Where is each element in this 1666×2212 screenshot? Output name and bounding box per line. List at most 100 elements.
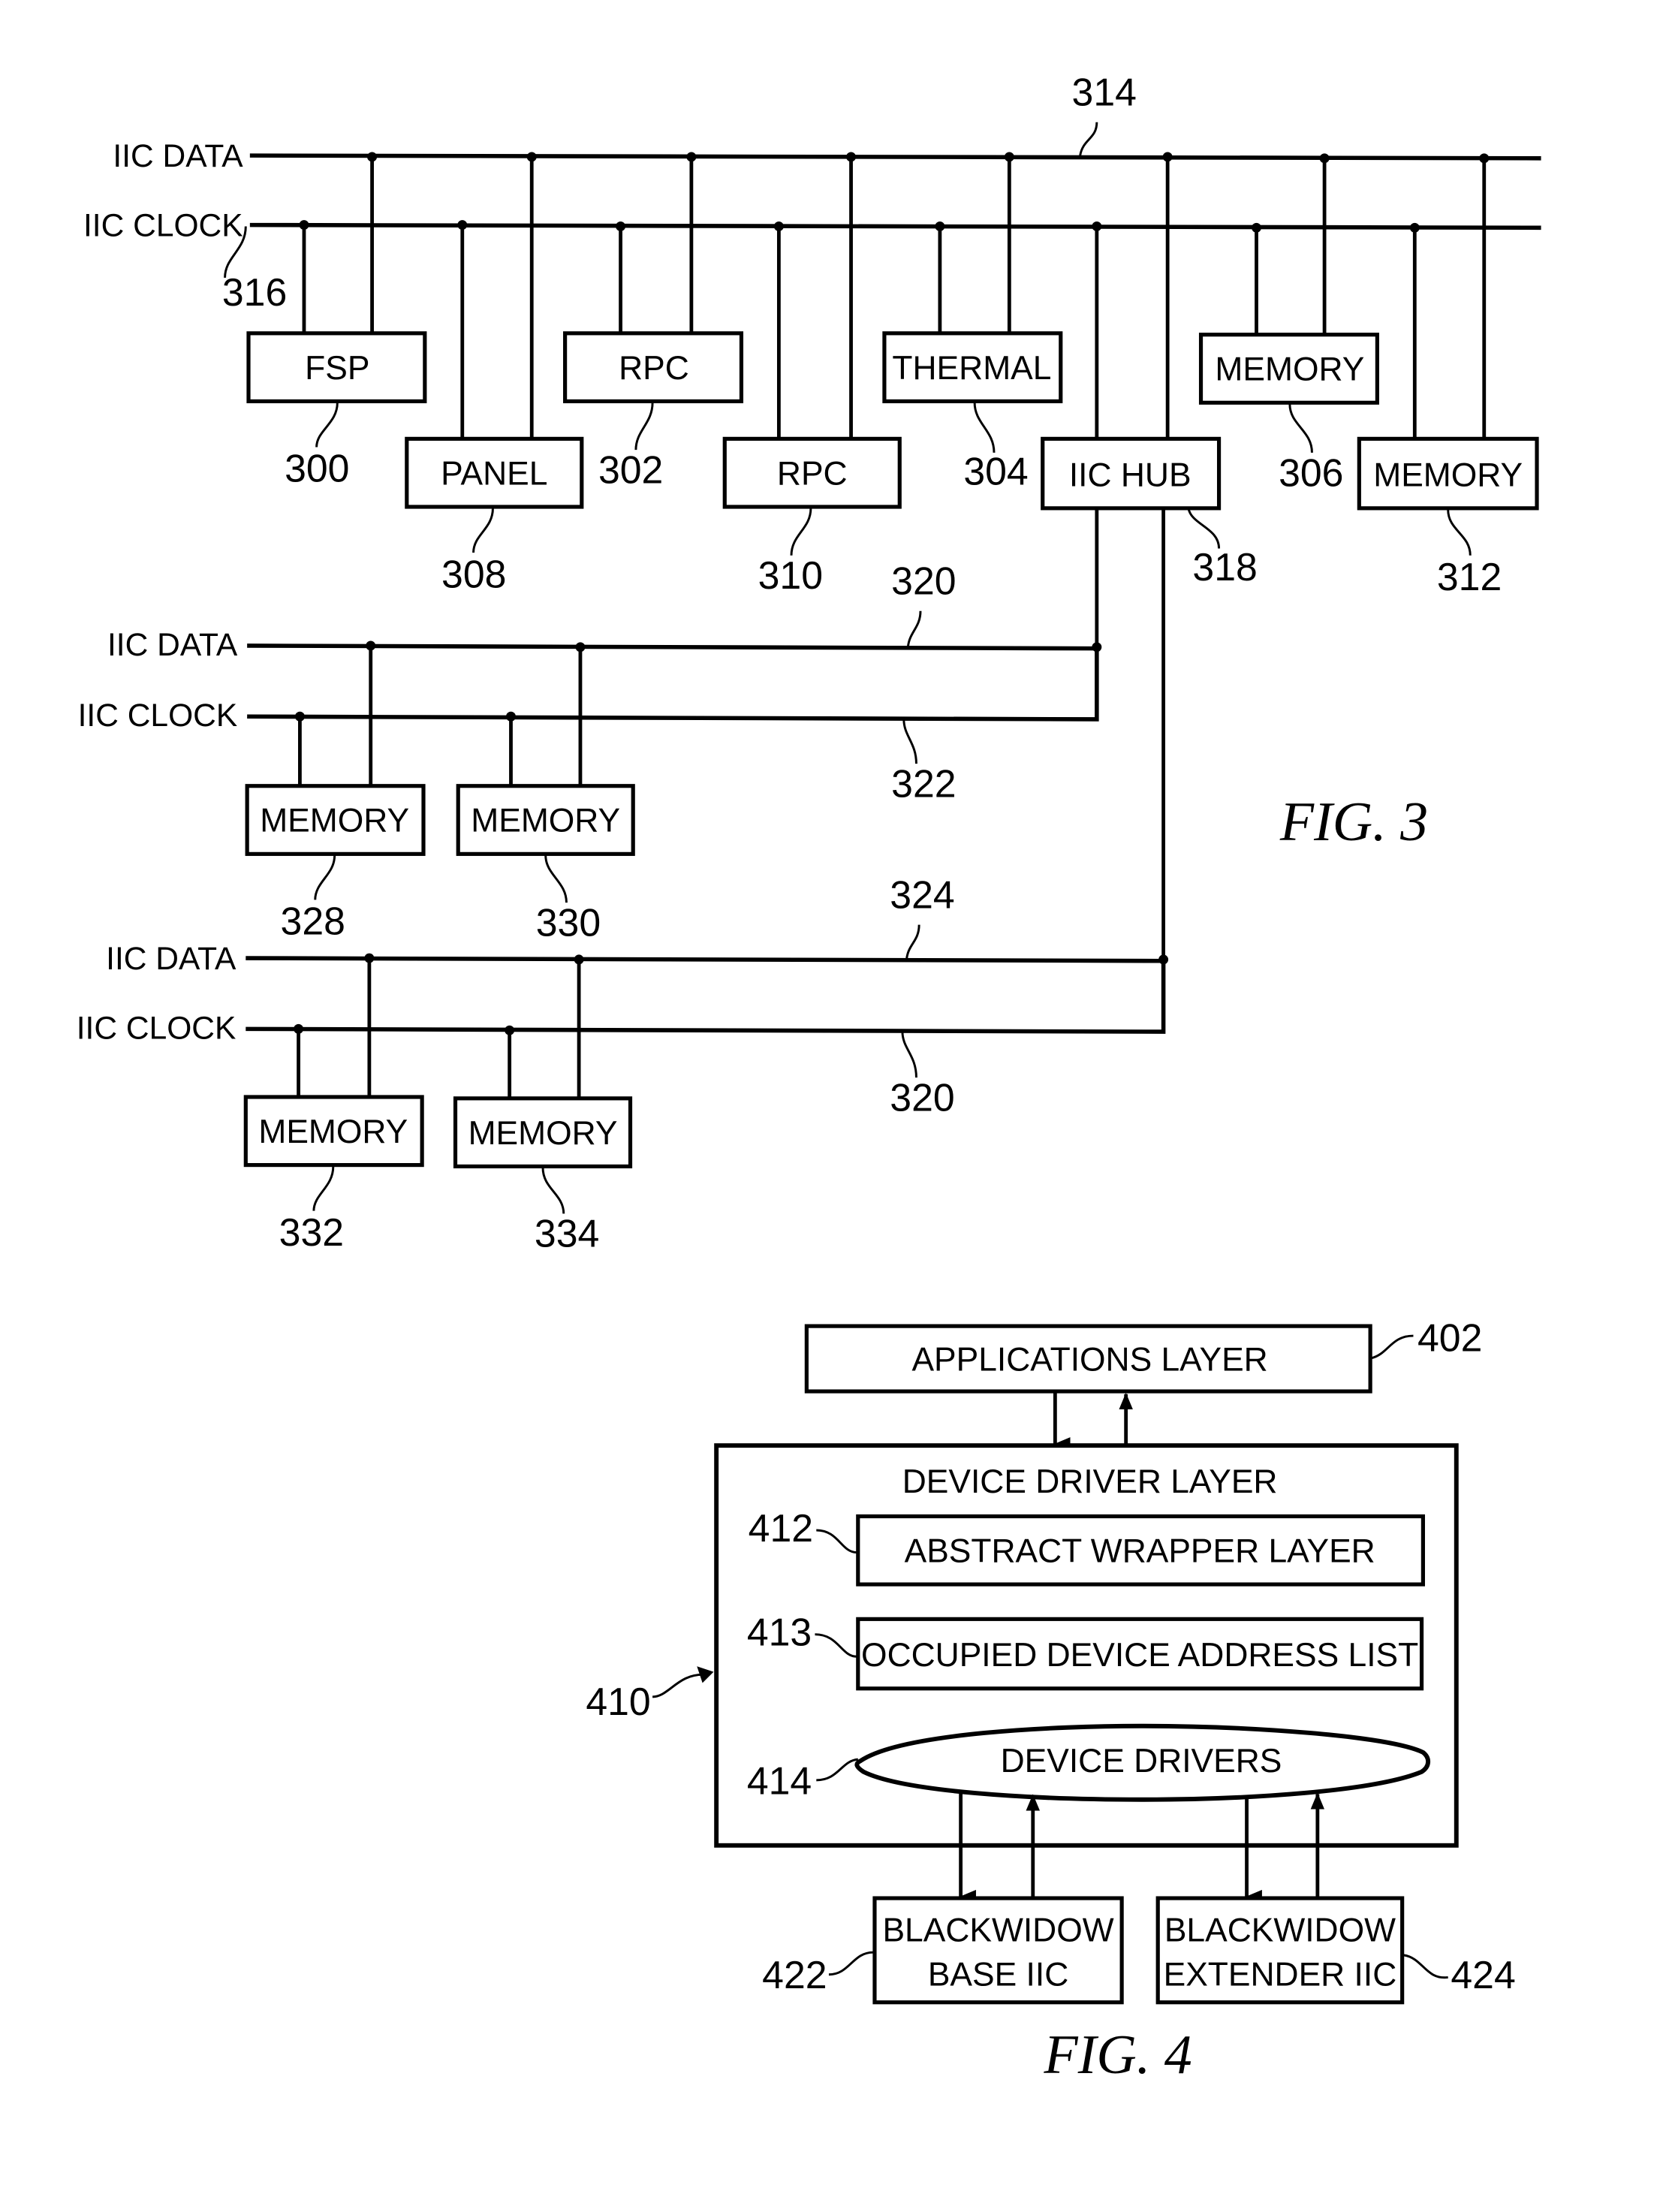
device-label: MEMORY bbox=[468, 1115, 618, 1152]
occupied-device-address-list-label: OCCUPIED DEVICE ADDRESS LIST bbox=[861, 1637, 1418, 1674]
device-memory-332: MEMORY bbox=[243, 1095, 424, 1168]
main-data-bus bbox=[249, 153, 1541, 161]
device-panel: PANEL bbox=[405, 436, 584, 509]
sub1-taps bbox=[294, 640, 586, 786]
abstract-wrapper-layer-box: ABSTRACT WRAPPER LAYER bbox=[856, 1514, 1425, 1587]
main-clock-bus-label: IIC CLOCK bbox=[83, 207, 243, 243]
base-iic-line1: BLACKWIDOW bbox=[882, 1912, 1113, 1948]
device-label: PANEL bbox=[441, 455, 547, 492]
occupied-device-address-list-box: OCCUPIED DEVICE ADDRESS LIST bbox=[856, 1617, 1424, 1691]
ref-422: 422 bbox=[762, 1953, 827, 1997]
ref-304: 304 bbox=[963, 449, 1028, 493]
device-label: THERMAL bbox=[892, 350, 1051, 387]
fig3: IIC DATA IIC CLOCK 314 316 FSP 300 RPC 3… bbox=[77, 71, 1541, 1255]
blackwidow-extender-iic-box: BLACKWIDOW EXTENDER IIC bbox=[1155, 1896, 1405, 2005]
base-iic-line2: BASE IIC bbox=[928, 1957, 1068, 1994]
device-thermal: THERMAL bbox=[882, 331, 1063, 404]
main-clock-bus bbox=[249, 222, 1541, 231]
leader-312 bbox=[1447, 509, 1472, 556]
leader-422 bbox=[828, 1951, 874, 1976]
sub2-data-bus-label: IIC DATA bbox=[106, 941, 236, 977]
sub1-clock-bus bbox=[247, 646, 1099, 722]
device-memory-306: MEMORY bbox=[1198, 333, 1379, 405]
ref-302: 302 bbox=[598, 448, 663, 492]
ref-320-b: 320 bbox=[890, 1075, 954, 1119]
ref-334: 334 bbox=[535, 1212, 599, 1255]
abstract-wrapper-layer-label: ABSTRACT WRAPPER LAYER bbox=[905, 1533, 1375, 1570]
fig4: APPLICATIONS LAYER 402 DEVICE DRIVER LAY… bbox=[586, 1315, 1515, 2086]
applications-layer-box: APPLICATIONS LAYER bbox=[804, 1324, 1372, 1394]
ref-330: 330 bbox=[536, 900, 601, 944]
blackwidow-base-iic-box: BLACKWIDOW BASE IIC bbox=[872, 1896, 1124, 2005]
ref-306: 306 bbox=[1279, 451, 1343, 494]
leader-304 bbox=[973, 402, 996, 453]
ref-322: 322 bbox=[891, 762, 956, 806]
leader-402 bbox=[1371, 1334, 1414, 1360]
leader-318 bbox=[1187, 508, 1221, 549]
leader-322 bbox=[902, 719, 917, 764]
device-label: MEMORY bbox=[1215, 351, 1364, 388]
ref-320-a: 320 bbox=[891, 559, 956, 603]
sub2-data-bus bbox=[246, 956, 1164, 963]
extender-iic-line2: EXTENDER IIC bbox=[1164, 1957, 1397, 1994]
device-rpc-310: RPC bbox=[722, 436, 902, 509]
device-drivers-label: DEVICE DRIVERS bbox=[1001, 1743, 1282, 1780]
device-rpc-302: RPC bbox=[563, 331, 744, 404]
leader-320-a bbox=[906, 610, 922, 647]
sub2-taps bbox=[294, 953, 584, 1097]
extender-iic-line1: BLACKWIDOW bbox=[1164, 1912, 1396, 1948]
leader-334 bbox=[541, 1168, 565, 1214]
ref-412: 412 bbox=[749, 1506, 813, 1550]
fig3-caption: FIG. 3 bbox=[1279, 791, 1428, 853]
device-memory-328: MEMORY bbox=[245, 784, 426, 856]
device-label: RPC bbox=[777, 455, 848, 492]
leader-310 bbox=[790, 508, 812, 556]
device-label: MEMORY bbox=[1373, 457, 1523, 493]
ref-332: 332 bbox=[279, 1210, 344, 1254]
ref-328: 328 bbox=[281, 900, 345, 943]
patent-drawing: IIC DATA IIC CLOCK 314 316 FSP 300 RPC 3… bbox=[77, 71, 1541, 2086]
sub1-data-bus-label: IIC DATA bbox=[107, 627, 238, 663]
device-label: MEMORY bbox=[258, 1114, 408, 1150]
leader-424 bbox=[1403, 1954, 1448, 1979]
device-label: MEMORY bbox=[260, 803, 409, 839]
sub2-clock-bus bbox=[246, 959, 1166, 1034]
ref-308: 308 bbox=[441, 552, 506, 595]
leader-330 bbox=[544, 855, 568, 903]
fig4-caption: FIG. 4 bbox=[1044, 2024, 1192, 2086]
leader-320-b bbox=[901, 1031, 917, 1078]
ref-410: 410 bbox=[586, 1680, 650, 1723]
device-iic-hub: IIC HUB bbox=[1041, 436, 1222, 511]
device-driver-layer-label: DEVICE DRIVER LAYER bbox=[902, 1463, 1278, 1500]
leader-324 bbox=[905, 924, 920, 960]
device-memory-334: MEMORY bbox=[453, 1096, 633, 1169]
ref-312: 312 bbox=[1437, 555, 1502, 598]
ref-318: 318 bbox=[1192, 545, 1257, 589]
device-memory-330: MEMORY bbox=[456, 784, 635, 856]
device-fsp: FSP bbox=[246, 331, 427, 404]
device-label: FSP bbox=[305, 350, 369, 387]
device-memory-312: MEMORY bbox=[1357, 436, 1539, 511]
ref-414: 414 bbox=[747, 1758, 812, 1802]
sub2-clock-bus-label: IIC CLOCK bbox=[77, 1010, 236, 1046]
ref-300: 300 bbox=[285, 447, 349, 490]
device-label: RPC bbox=[619, 350, 689, 387]
device-label: IIC HUB bbox=[1069, 457, 1192, 493]
main-data-bus-label: IIC DATA bbox=[113, 138, 243, 174]
leader-306 bbox=[1288, 404, 1313, 453]
device-label: MEMORY bbox=[471, 803, 620, 839]
leader-410 bbox=[652, 1673, 706, 1698]
ref-402: 402 bbox=[1417, 1315, 1482, 1359]
leader-300 bbox=[315, 402, 339, 448]
device-drivers-ellipse: DEVICE DRIVERS bbox=[854, 1723, 1431, 1802]
ref-310: 310 bbox=[758, 553, 823, 597]
sub1-clock-bus-label: IIC CLOCK bbox=[78, 698, 238, 734]
ref-314: 314 bbox=[1072, 71, 1137, 114]
leader-328 bbox=[314, 855, 336, 900]
leader-302 bbox=[634, 402, 654, 451]
leader-332 bbox=[312, 1166, 335, 1211]
ref-424: 424 bbox=[1451, 1953, 1515, 1997]
leader-314 bbox=[1079, 122, 1098, 156]
ref-316: 316 bbox=[222, 270, 287, 314]
leader-308 bbox=[472, 508, 494, 553]
